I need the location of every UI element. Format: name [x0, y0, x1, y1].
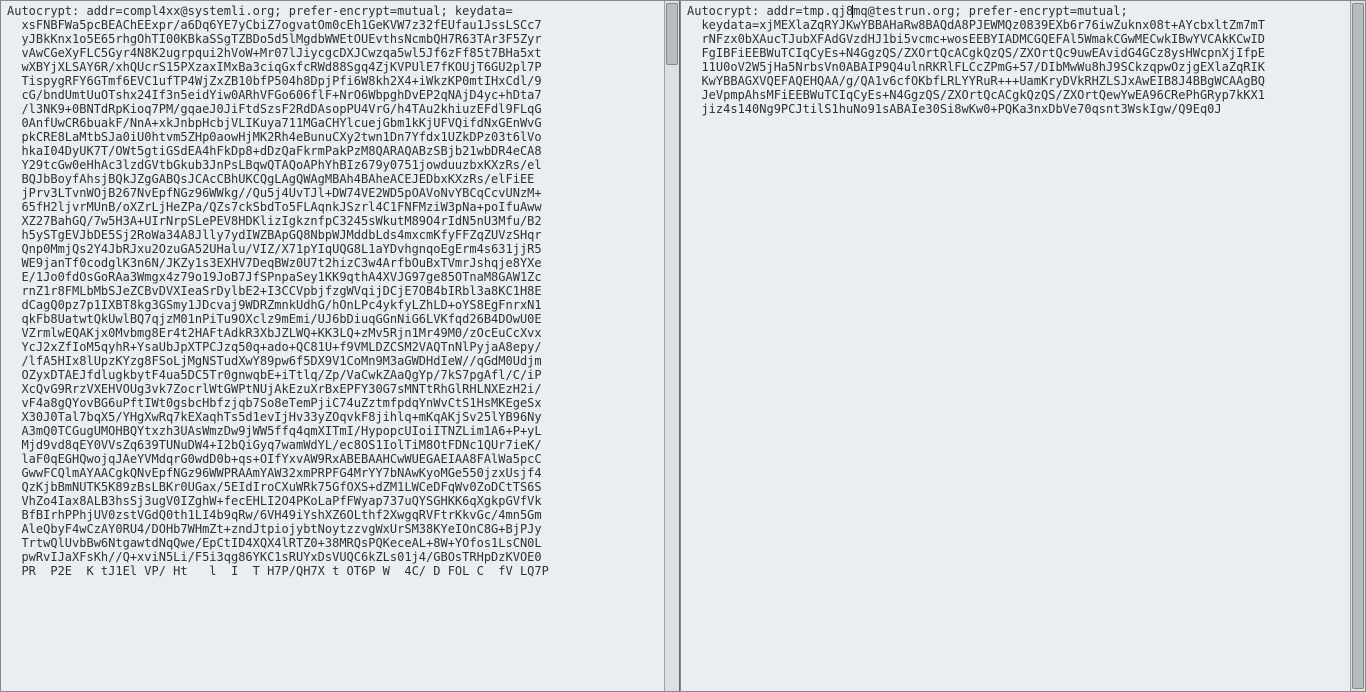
left-scroll-thumb[interactable]: [666, 3, 678, 65]
left-scrollbar[interactable]: [664, 1, 679, 691]
left-pane: Autocrypt: addr=compl4xx@systemli.org; p…: [0, 0, 680, 692]
left-text-content[interactable]: Autocrypt: addr=compl4xx@systemli.org; p…: [1, 1, 679, 692]
right-pane: Autocrypt: addr=tmp.qj8mq@testrun.org; p…: [680, 0, 1366, 692]
right-header-line: Autocrypt: addr=tmp.qj8mq@testrun.org; p…: [687, 4, 1128, 18]
text-cursor: [852, 5, 853, 18]
right-text-content[interactable]: Autocrypt: addr=tmp.qj8mq@testrun.org; p…: [681, 1, 1365, 692]
right-scrollbar[interactable]: [1350, 1, 1365, 691]
right-scroll-thumb[interactable]: [1352, 3, 1364, 689]
diff-view: Autocrypt: addr=compl4xx@systemli.org; p…: [0, 0, 1366, 692]
